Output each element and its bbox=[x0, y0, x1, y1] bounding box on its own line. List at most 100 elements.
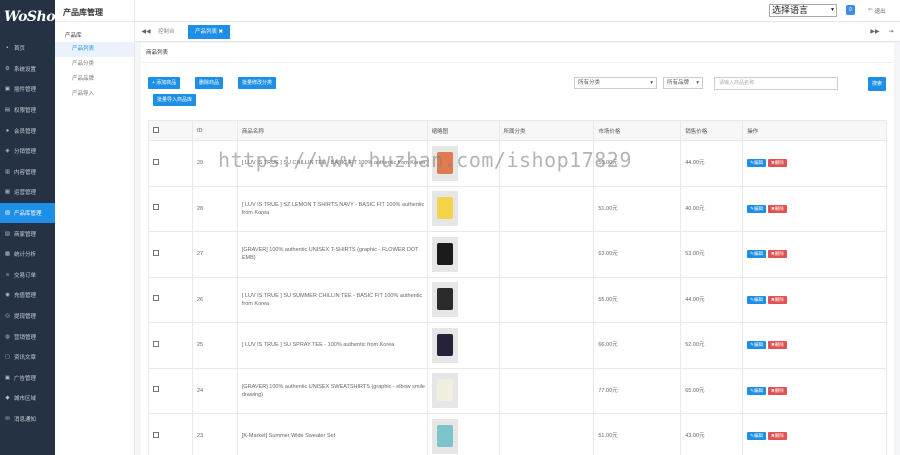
sub-sidebar: 产品库管理 产品库 产品列表 产品分类 产品品牌 产品导入 bbox=[55, 0, 135, 455]
home-icon: ▪ bbox=[6, 45, 9, 52]
select-all-checkbox[interactable] bbox=[153, 126, 159, 133]
nav-item[interactable]: ▣ 广告管理 bbox=[0, 368, 55, 389]
product-category bbox=[498, 231, 595, 278]
delete-button[interactable]: ✖删除 bbox=[767, 250, 787, 259]
nav-item-label: 权限管理 bbox=[14, 108, 37, 115]
sub-sidebar-item[interactable]: 产品分类 bbox=[55, 57, 134, 72]
nav-item[interactable]: ▪ 首页 bbox=[0, 38, 55, 59]
product-thumbnail bbox=[431, 418, 458, 454]
row-select-cell bbox=[148, 231, 193, 278]
sale-price: 44.00元 bbox=[680, 276, 744, 323]
category-select[interactable]: 所有分类 ▾ bbox=[574, 77, 657, 89]
nav-item[interactable]: ◆ 城市区域 bbox=[0, 388, 55, 409]
user-icon: ● bbox=[5, 127, 10, 134]
delete-button[interactable]: ✖删除 bbox=[767, 295, 787, 304]
nav-item[interactable]: ▩ 统计分析 bbox=[0, 244, 55, 265]
table-header: 商品名称 bbox=[236, 120, 428, 141]
product-name: [ LUV IS TRUE ] SU SPRAY TEE - 100% auth… bbox=[236, 322, 428, 369]
delete-button[interactable]: ✖删除 bbox=[767, 204, 787, 213]
nav-item-label: 统计分析 bbox=[14, 252, 37, 259]
nav-item[interactable]: ▦ 运营管理 bbox=[0, 182, 55, 203]
row-checkbox[interactable] bbox=[153, 431, 159, 438]
nav-item[interactable]: ◍ 营销管理 bbox=[0, 326, 55, 347]
tab[interactable]: 产品列表 ✖ bbox=[188, 25, 231, 39]
plugin-icon: ▣ bbox=[4, 86, 11, 93]
edit-button[interactable]: ✎编辑 bbox=[747, 250, 766, 259]
nav-item[interactable]: ▢ 资讯文章 bbox=[0, 347, 55, 368]
thumbnail-cell bbox=[426, 231, 500, 278]
brand-select[interactable]: 所有品牌 ▾ bbox=[663, 77, 703, 89]
row-checkbox[interactable] bbox=[153, 158, 159, 165]
nav-item[interactable]: ⚙ 系统设置 bbox=[0, 59, 55, 80]
chevron-down-icon: ▾ bbox=[696, 80, 699, 86]
nav-item[interactable]: ▨ 商家管理 bbox=[0, 223, 55, 244]
search-input[interactable]: 请输入商品名称 bbox=[714, 77, 838, 90]
share-icon: ◈ bbox=[5, 148, 10, 155]
product-id: 28 bbox=[191, 185, 238, 232]
batch-category-button[interactable]: 批量修改分类 bbox=[238, 77, 277, 89]
import-product-button[interactable]: 批量导入商品库 bbox=[153, 94, 197, 106]
nav-item[interactable]: ▧ 产品库管理 bbox=[0, 202, 55, 224]
row-checkbox[interactable] bbox=[153, 204, 159, 211]
nav-item[interactable]: ≡ 交易订单 bbox=[0, 265, 55, 286]
nav-item-label: 内容管理 bbox=[14, 169, 37, 176]
megaphone-icon: ◍ bbox=[5, 333, 10, 340]
thumbnail-cell bbox=[426, 185, 500, 232]
tab-next-button[interactable]: ▶▶ bbox=[868, 22, 882, 42]
add-product-button[interactable]: + 添加商品 bbox=[148, 77, 181, 89]
language-select[interactable]: 选择语言 ▾ bbox=[769, 4, 837, 17]
sub-sidebar-item[interactable]: 产品导入 bbox=[55, 87, 134, 102]
edit-button[interactable]: ✎编辑 bbox=[747, 386, 766, 395]
edit-button[interactable]: ✎编辑 bbox=[747, 159, 766, 168]
close-tabs-icon[interactable]: ⇥ bbox=[884, 22, 898, 42]
row-checkbox[interactable] bbox=[153, 386, 159, 393]
nav-item[interactable]: ▥ 内容管理 bbox=[0, 162, 55, 183]
nav-item[interactable]: ◈ 分销管理 bbox=[0, 141, 55, 162]
sub-sidebar-item[interactable]: 产品品牌 bbox=[55, 72, 134, 87]
nav-item[interactable]: ✉ 消息通知 bbox=[0, 409, 55, 430]
row-checkbox[interactable] bbox=[153, 295, 159, 302]
edit-button[interactable]: ✎编辑 bbox=[747, 432, 766, 441]
message-icon: ✉ bbox=[5, 415, 10, 422]
actions-cell: ✎编辑 ✖删除 bbox=[742, 413, 887, 455]
logo[interactable]: WoShop商城 bbox=[0, 0, 69, 34]
row-checkbox[interactable] bbox=[153, 340, 159, 347]
table-header: 市场价格 bbox=[593, 120, 682, 141]
nav-item[interactable]: ◎ 提现管理 bbox=[0, 306, 55, 327]
sale-price: 44.00元 bbox=[680, 140, 744, 187]
nav-item[interactable]: ◉ 充值管理 bbox=[0, 285, 55, 306]
table-row: 24 [GRAVER] 100% authentic UNISEX SWEATSH… bbox=[148, 367, 887, 414]
search-button[interactable]: 搜索 bbox=[868, 77, 887, 91]
nav-item[interactable]: ▤ 权限管理 bbox=[0, 100, 55, 121]
tab[interactable]: 控制台 bbox=[151, 25, 182, 39]
logout-button[interactable]: ⇦ 退出 bbox=[868, 7, 886, 15]
stats-icon: ▩ bbox=[4, 251, 11, 258]
delete-product-button[interactable]: 删除商品 bbox=[195, 77, 224, 89]
sale-price: 43.00元 bbox=[680, 413, 744, 455]
document-icon: ▥ bbox=[4, 168, 11, 175]
edit-button[interactable]: ✎编辑 bbox=[747, 295, 766, 304]
edit-button[interactable]: ✎编辑 bbox=[747, 341, 766, 350]
product-id: 27 bbox=[191, 231, 238, 278]
nav-item[interactable]: ● 会员管理 bbox=[0, 120, 55, 141]
product-id: 29 bbox=[191, 140, 238, 187]
delete-button[interactable]: ✖删除 bbox=[767, 159, 787, 168]
nav-item[interactable]: ▣ 插件管理 bbox=[0, 79, 55, 100]
product-name: [GRAVER] 100% authentic UNISEX T-SHIRTS … bbox=[236, 231, 428, 278]
delete-button[interactable]: ✖删除 bbox=[767, 432, 787, 441]
notification-icon[interactable]: 0 bbox=[846, 5, 855, 15]
main-content: 商品列表 + 添加商品 删除商品 批量修改分类 批量导入商品库 所有分类 ▾ 所有… bbox=[141, 43, 894, 455]
market-price: 63.00元 bbox=[593, 231, 682, 278]
sub-sidebar-item[interactable]: 产品列表 bbox=[55, 42, 134, 57]
nav-item-label: 运营管理 bbox=[14, 190, 37, 197]
edit-button[interactable]: ✎编辑 bbox=[747, 204, 766, 213]
nav-item-label: 产品库管理 bbox=[14, 211, 42, 218]
delete-button[interactable]: ✖删除 bbox=[767, 386, 787, 395]
row-checkbox[interactable] bbox=[153, 249, 159, 256]
shirt-image bbox=[436, 151, 453, 174]
delete-button[interactable]: ✖删除 bbox=[767, 341, 787, 350]
product-id: 23 bbox=[191, 413, 238, 455]
shirt-image bbox=[436, 379, 453, 402]
sale-price: 40.00元 bbox=[680, 185, 744, 232]
market-price: 51.00元 bbox=[593, 413, 682, 455]
